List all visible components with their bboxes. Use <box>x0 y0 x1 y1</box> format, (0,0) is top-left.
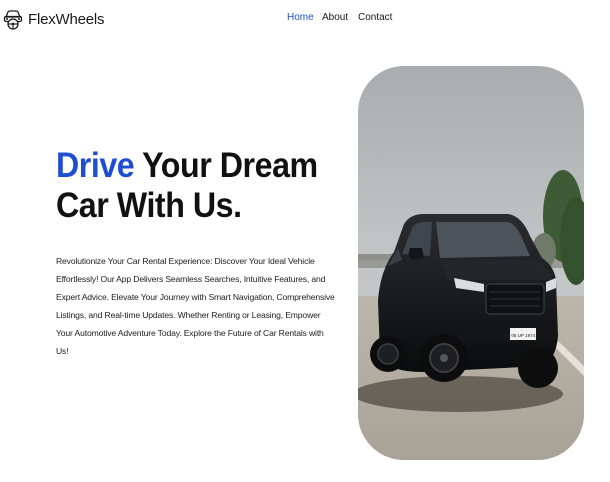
brand[interactable]: FlexWheels <box>3 6 105 32</box>
nav-link-about[interactable]: About <box>322 12 348 23</box>
hero-title-line1-rest: Your Dream <box>134 146 318 185</box>
hero-title: Drive Your Dream Car With Us. <box>56 146 318 226</box>
nav-link-contact[interactable]: Contact <box>358 12 392 23</box>
navbar: FlexWheels Home About Contact <box>0 0 610 38</box>
hero-title-line2: Car With Us. <box>56 186 242 225</box>
hero-description: Revolutionize Your Car Rental Experience… <box>56 256 335 356</box>
license-plate: TN 06 UP 1974 LA <box>504 333 542 338</box>
suv-illustration: TN 06 UP 1974 LA <box>358 66 584 460</box>
car-steering-wheel-logo-icon <box>3 10 23 30</box>
nav-link-home[interactable]: Home <box>287 12 314 23</box>
brand-name: FlexWheels <box>28 10 105 28</box>
black-suv-photo: TN 06 UP 1974 LA <box>358 66 584 460</box>
hero-title-accent: Drive <box>56 146 135 185</box>
